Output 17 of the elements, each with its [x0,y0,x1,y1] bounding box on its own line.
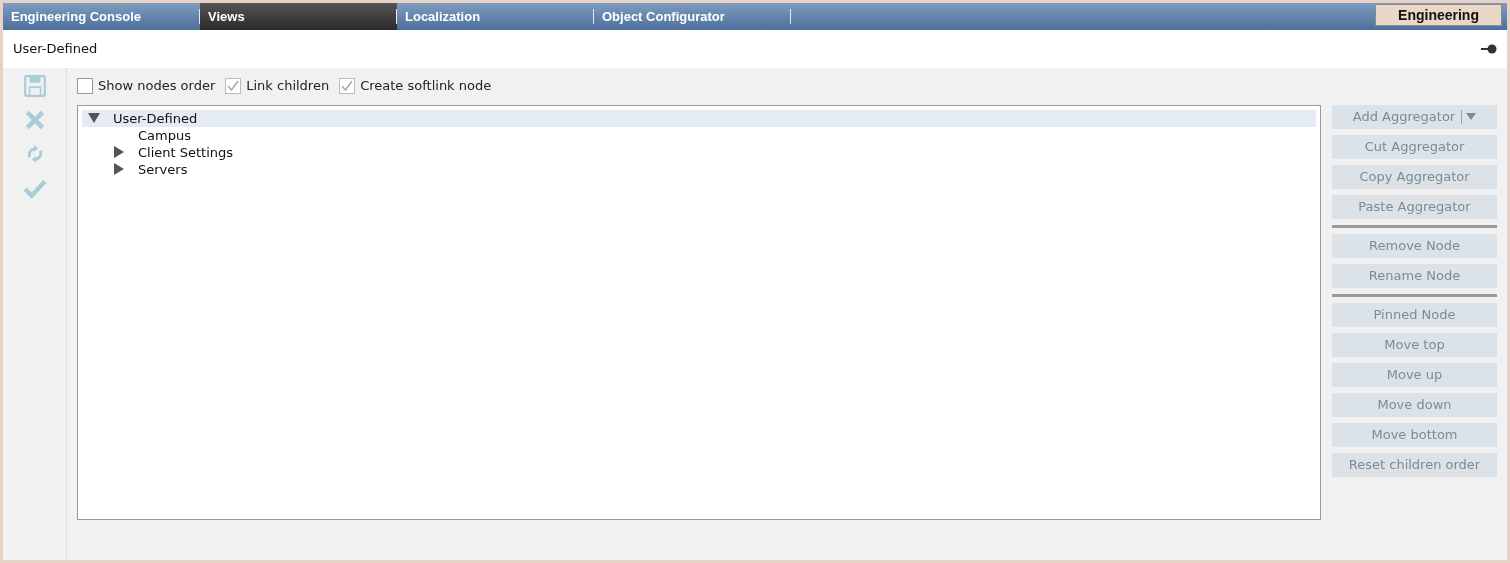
mode-indicator: Engineering [1375,4,1502,26]
pin-icon[interactable] [1481,44,1497,54]
tab[interactable]: Localization [397,3,594,30]
collapse-icon[interactable] [88,112,100,124]
view-title: User-Defined [13,40,98,59]
tree-item[interactable]: Client Settings [82,143,1316,161]
expand-icon[interactable] [113,146,125,158]
tree-item[interactable]: Campus [82,126,1316,144]
tab[interactable]: Object Configurator [594,3,791,30]
tree-item[interactable]: User-Defined [82,109,1316,127]
tree-item[interactable]: Servers [82,160,1316,178]
checkmark-icon [341,79,354,92]
expand-icon[interactable] [113,163,125,175]
checkmark-icon [227,79,240,92]
tab[interactable]: Views [200,3,397,30]
tab[interactable]: Engineering Console [3,3,200,30]
checkbox[interactable]: Show nodes order [77,76,216,96]
